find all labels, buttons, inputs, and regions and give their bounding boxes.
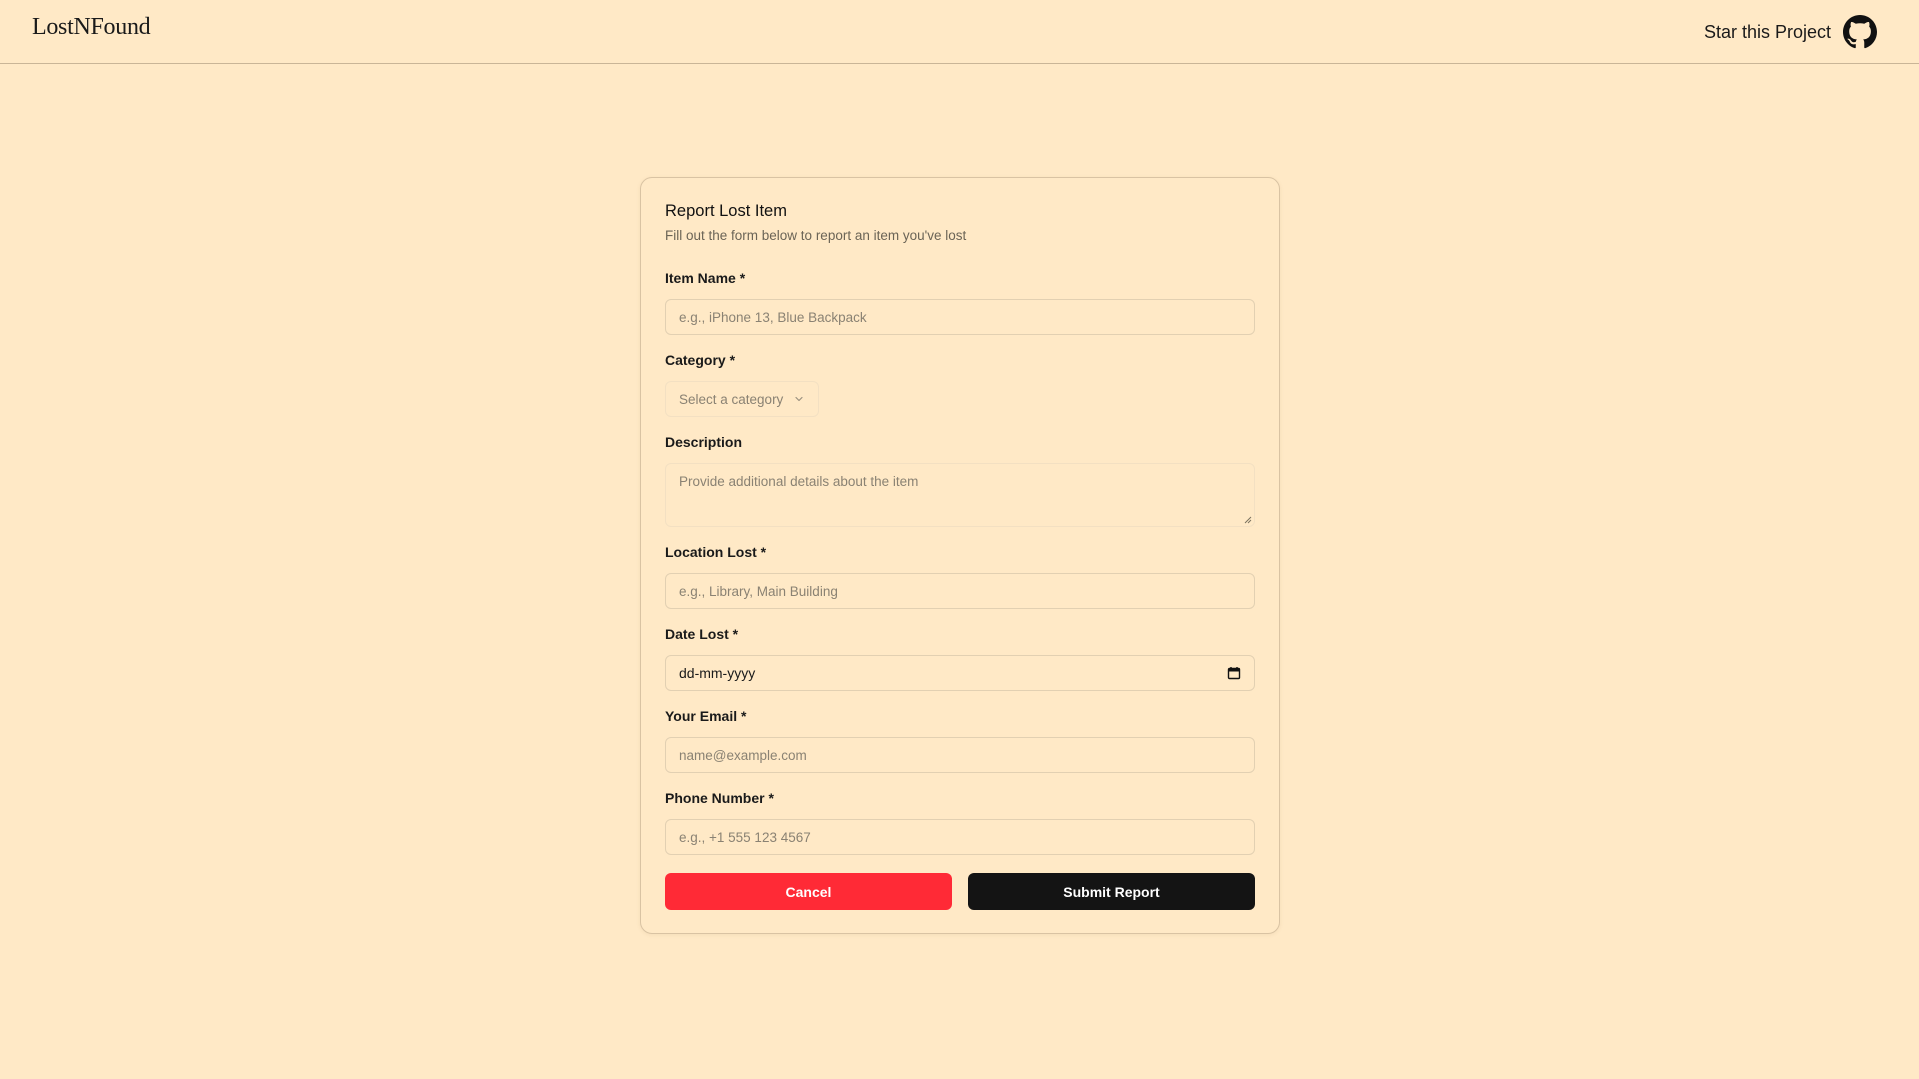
- date-field: Date Lost * dd-mm-yyyy: [665, 625, 1255, 691]
- github-icon[interactable]: [1843, 15, 1877, 49]
- resize-handle-icon[interactable]: [1244, 516, 1252, 524]
- top-navbar: LostNFound Star this Project: [0, 0, 1919, 64]
- phone-field-group: Phone Number * e.g., +1 555 123 4567: [665, 789, 1255, 855]
- cancel-button[interactable]: Cancel: [665, 873, 952, 910]
- phone-label: Phone Number *: [665, 790, 774, 806]
- category-label: Category *: [665, 352, 736, 368]
- phone-input[interactable]: e.g., +1 555 123 4567: [665, 819, 1255, 855]
- description-field: Description Provide additional details a…: [665, 433, 1255, 527]
- item-name-label: Item Name *: [665, 270, 746, 286]
- description-textarea[interactable]: Provide additional details about the ite…: [665, 463, 1255, 527]
- email-field[interactable]: name@example.com: [665, 737, 1255, 773]
- chevron-down-icon: [795, 396, 803, 402]
- star-project-link[interactable]: Star this Project: [1704, 14, 1877, 50]
- form-title: Report Lost Item: [665, 202, 787, 220]
- email-field-group: Your Email * name@example.com: [665, 707, 1255, 773]
- location-field: Location Lost * e.g., Library, Main Buil…: [665, 543, 1255, 609]
- calendar-icon[interactable]: [1227, 666, 1241, 680]
- location-label: Location Lost *: [665, 544, 767, 560]
- email-label: Your Email *: [665, 708, 747, 724]
- category-field: Category * Select a category: [665, 351, 1255, 417]
- date-placeholder: dd-mm-yyyy: [679, 665, 756, 681]
- submit-report-button[interactable]: Submit Report: [968, 873, 1255, 910]
- category-placeholder: Select a category: [679, 391, 784, 407]
- date-label: Date Lost *: [665, 626, 739, 642]
- star-project-label[interactable]: Star this Project: [1704, 22, 1831, 43]
- location-input[interactable]: e.g., Library, Main Building: [665, 573, 1255, 609]
- item-name-input[interactable]: e.g., iPhone 13, Blue Backpack: [665, 299, 1255, 335]
- form-subtitle: Fill out the form below to report an ite…: [665, 228, 967, 243]
- description-placeholder: Provide additional details about the ite…: [679, 474, 919, 489]
- report-lost-item-card: Report Lost Item Fill out the form below…: [640, 177, 1280, 934]
- description-label: Description: [665, 434, 743, 450]
- date-input[interactable]: dd-mm-yyyy: [665, 655, 1255, 691]
- item-name-field: Item Name * e.g., iPhone 13, Blue Backpa…: [665, 269, 1255, 335]
- brand-logo[interactable]: LostNFound: [32, 14, 151, 41]
- category-select[interactable]: Select a category: [665, 381, 820, 417]
